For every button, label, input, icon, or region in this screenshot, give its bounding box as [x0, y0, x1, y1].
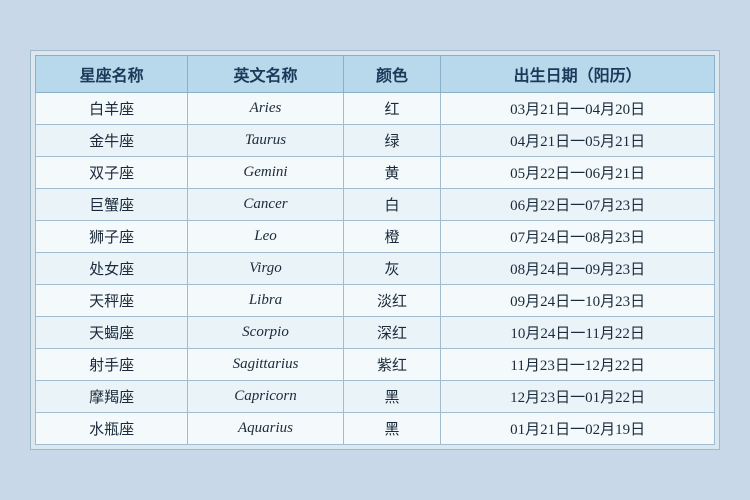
cell-english-name: Virgo	[188, 253, 343, 285]
table-row: 巨蟹座Cancer白06月22日一07月23日	[36, 189, 715, 221]
zodiac-table-container: 星座名称 英文名称 颜色 出生日期（阳历） 白羊座Aries红03月21日一04…	[30, 50, 720, 450]
cell-english-name: Sagittarius	[188, 349, 343, 381]
table-row: 摩羯座Capricorn黑12月23日一01月22日	[36, 381, 715, 413]
zodiac-table: 星座名称 英文名称 颜色 出生日期（阳历） 白羊座Aries红03月21日一04…	[35, 55, 715, 445]
cell-chinese-name: 天秤座	[36, 285, 188, 317]
cell-dates: 12月23日一01月22日	[441, 381, 715, 413]
cell-chinese-name: 摩羯座	[36, 381, 188, 413]
cell-english-name: Leo	[188, 221, 343, 253]
cell-dates: 06月22日一07月23日	[441, 189, 715, 221]
cell-dates: 11月23日一12月22日	[441, 349, 715, 381]
cell-english-name: Aquarius	[188, 413, 343, 445]
cell-dates: 03月21日一04月20日	[441, 93, 715, 125]
cell-english-name: Taurus	[188, 125, 343, 157]
cell-english-name: Aries	[188, 93, 343, 125]
cell-chinese-name: 狮子座	[36, 221, 188, 253]
cell-dates: 05月22日一06月21日	[441, 157, 715, 189]
cell-color: 黑	[343, 413, 441, 445]
header-english-name: 英文名称	[188, 56, 343, 93]
header-chinese-name: 星座名称	[36, 56, 188, 93]
cell-english-name: Capricorn	[188, 381, 343, 413]
cell-chinese-name: 处女座	[36, 253, 188, 285]
cell-chinese-name: 水瓶座	[36, 413, 188, 445]
cell-english-name: Scorpio	[188, 317, 343, 349]
cell-dates: 04月21日一05月21日	[441, 125, 715, 157]
table-row: 水瓶座Aquarius黑01月21日一02月19日	[36, 413, 715, 445]
table-header-row: 星座名称 英文名称 颜色 出生日期（阳历）	[36, 56, 715, 93]
cell-english-name: Cancer	[188, 189, 343, 221]
table-row: 射手座Sagittarius紫红11月23日一12月22日	[36, 349, 715, 381]
cell-chinese-name: 射手座	[36, 349, 188, 381]
table-row: 白羊座Aries红03月21日一04月20日	[36, 93, 715, 125]
cell-color: 白	[343, 189, 441, 221]
cell-dates: 01月21日一02月19日	[441, 413, 715, 445]
cell-dates: 09月24日一10月23日	[441, 285, 715, 317]
cell-chinese-name: 巨蟹座	[36, 189, 188, 221]
table-row: 天蝎座Scorpio深红10月24日一11月22日	[36, 317, 715, 349]
cell-color: 灰	[343, 253, 441, 285]
cell-color: 深红	[343, 317, 441, 349]
cell-color: 绿	[343, 125, 441, 157]
cell-chinese-name: 天蝎座	[36, 317, 188, 349]
cell-english-name: Gemini	[188, 157, 343, 189]
table-row: 双子座Gemini黄05月22日一06月21日	[36, 157, 715, 189]
header-color: 颜色	[343, 56, 441, 93]
cell-color: 黑	[343, 381, 441, 413]
table-row: 金牛座Taurus绿04月21日一05月21日	[36, 125, 715, 157]
cell-color: 紫红	[343, 349, 441, 381]
cell-chinese-name: 金牛座	[36, 125, 188, 157]
cell-dates: 07月24日一08月23日	[441, 221, 715, 253]
cell-english-name: Libra	[188, 285, 343, 317]
cell-color: 淡红	[343, 285, 441, 317]
cell-chinese-name: 双子座	[36, 157, 188, 189]
cell-dates: 10月24日一11月22日	[441, 317, 715, 349]
cell-chinese-name: 白羊座	[36, 93, 188, 125]
cell-color: 红	[343, 93, 441, 125]
table-row: 狮子座Leo橙07月24日一08月23日	[36, 221, 715, 253]
cell-color: 黄	[343, 157, 441, 189]
table-row: 天秤座Libra淡红09月24日一10月23日	[36, 285, 715, 317]
table-row: 处女座Virgo灰08月24日一09月23日	[36, 253, 715, 285]
header-dates: 出生日期（阳历）	[441, 56, 715, 93]
cell-color: 橙	[343, 221, 441, 253]
cell-dates: 08月24日一09月23日	[441, 253, 715, 285]
